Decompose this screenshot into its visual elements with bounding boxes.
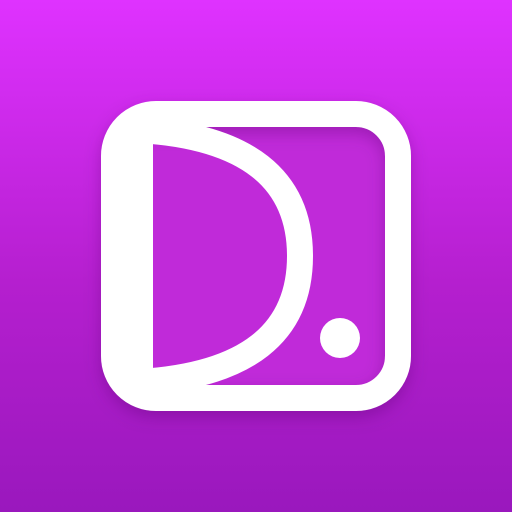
app-logo-icon [101,101,411,411]
app-icon [0,0,512,512]
dot [320,318,360,358]
